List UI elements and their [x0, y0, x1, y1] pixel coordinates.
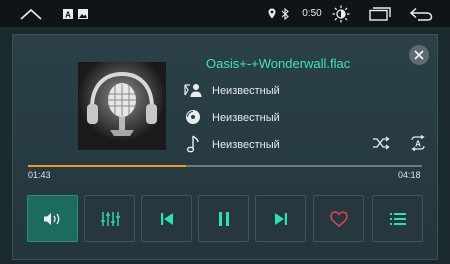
pause-icon: [218, 211, 229, 226]
previous-icon: [160, 212, 173, 225]
next-button[interactable]: [255, 195, 306, 242]
svg-text:A: A: [415, 140, 421, 149]
heart-icon: [329, 210, 348, 227]
close-icon: [414, 50, 424, 60]
track-title: Oasis+-+Wonderwall.flac: [206, 56, 351, 71]
back-icon[interactable]: [407, 0, 435, 27]
repeat-all-icon[interactable]: A: [408, 133, 428, 153]
home-icon[interactable]: [16, 0, 46, 27]
elapsed-time: 01:43: [28, 170, 51, 180]
location-icon: [267, 0, 277, 27]
brightness-icon[interactable]: [330, 0, 352, 27]
progress-bar[interactable]: [28, 165, 422, 167]
shuffle-icon[interactable]: [371, 133, 391, 153]
playlist-button[interactable]: [372, 195, 423, 242]
equalizer-button[interactable]: [84, 195, 135, 242]
music-note-icon: [183, 134, 203, 154]
recent-apps-icon[interactable]: [367, 0, 393, 27]
status-bar: A 0:50: [0, 0, 450, 27]
next-icon: [274, 212, 287, 225]
svg-text:A: A: [65, 10, 71, 19]
album-cover: [78, 62, 166, 150]
microphone-image: [78, 62, 166, 150]
pause-button[interactable]: [198, 195, 249, 242]
image-icon: [77, 0, 89, 27]
clock-text: 0:50: [302, 8, 322, 19]
album-disc-icon: [183, 107, 203, 127]
artist-icon: [183, 80, 203, 100]
app-a-icon: A: [62, 0, 74, 27]
progress-fill: [28, 165, 186, 167]
volume-icon: [43, 212, 59, 225]
album-text: Неизвестный: [212, 112, 280, 124]
close-button[interactable]: [409, 45, 429, 65]
previous-button[interactable]: [141, 195, 192, 242]
total-time: 04:18: [398, 170, 421, 180]
bluetooth-icon: [280, 0, 290, 27]
artist-text: Неизвестный: [212, 85, 280, 97]
favorite-button[interactable]: [313, 195, 364, 242]
volume-button[interactable]: [27, 195, 78, 242]
equalizer-icon: [100, 211, 120, 226]
genre-text: Неизвестный: [212, 139, 280, 151]
playlist-icon: [389, 212, 406, 225]
